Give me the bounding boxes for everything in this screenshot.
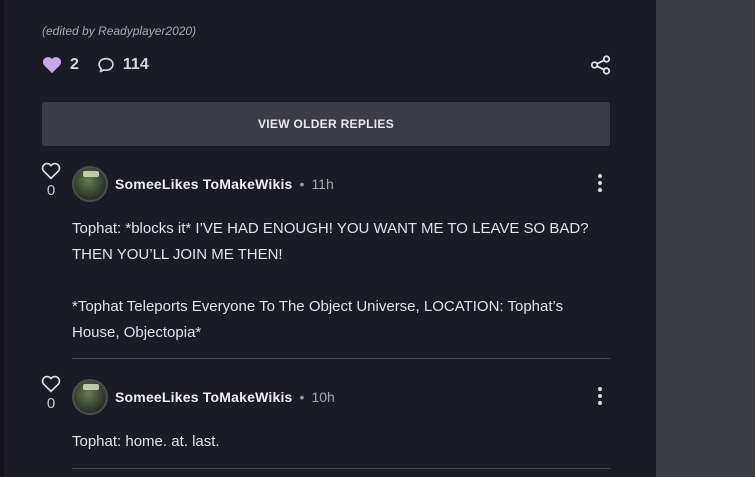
reply-timestamp: 11h xyxy=(311,176,334,192)
view-older-replies-button[interactable]: VIEW OLDER REPLIES xyxy=(42,102,610,146)
reply-divider xyxy=(72,358,610,359)
reply-author[interactable]: SomeeLikes ToMakeWikis xyxy=(115,389,293,405)
reply-like-count: 0 xyxy=(46,182,56,199)
heart-icon xyxy=(41,375,61,393)
discussion-thread: (edited by Readyplayer2020) 2 114 VIEW O… xyxy=(4,0,656,477)
comment-icon xyxy=(97,56,115,74)
more-options-icon[interactable] xyxy=(596,387,604,409)
reply-meta: SomeeLikes ToMakeWikis • 10h xyxy=(115,387,335,407)
reply-meta: SomeeLikes ToMakeWikis • 11h xyxy=(115,174,334,194)
reply-body: Tophat: *blocks it* I’VE HAD ENOUGH! YOU… xyxy=(72,216,612,346)
heart-icon xyxy=(41,162,61,180)
edited-note: (edited by Readyplayer2020) xyxy=(42,24,197,38)
heart-icon xyxy=(42,56,62,74)
reply-like-button[interactable]: 0 xyxy=(38,162,64,199)
reply-divider xyxy=(72,468,610,469)
reply-item: 0 SomeeLikes ToMakeWikis • 11h Tophat: *… xyxy=(4,160,656,360)
post-like-button[interactable]: 2 xyxy=(42,56,79,74)
reply-line: Tophat: *blocks it* I’VE HAD ENOUGH! YOU… xyxy=(72,220,589,237)
reply-item: 0 SomeeLikes ToMakeWikis • 10h Tophat: h… xyxy=(4,374,656,477)
reply-body: Tophat: home. at. last. xyxy=(72,429,612,455)
reply-line: *Tophat Teleports Everyone To The Object… xyxy=(72,298,564,315)
meta-separator: • xyxy=(299,176,305,192)
post-comments-button[interactable]: 114 xyxy=(97,56,149,74)
post-stats: 2 114 xyxy=(42,54,167,76)
reply-like-button[interactable]: 0 xyxy=(38,375,64,412)
reply-line: House, Objectopia* xyxy=(72,324,202,341)
avatar[interactable] xyxy=(72,379,108,415)
reply-like-count: 0 xyxy=(46,395,56,412)
avatar[interactable] xyxy=(72,166,108,202)
post-like-count: 2 xyxy=(70,56,79,73)
reply-author[interactable]: SomeeLikes ToMakeWikis xyxy=(115,176,293,192)
more-options-icon[interactable] xyxy=(596,174,604,196)
reply-timestamp: 10h xyxy=(311,389,335,405)
post-comment-count: 114 xyxy=(122,56,149,73)
reply-line: Tophat: home. at. last. xyxy=(72,433,220,450)
side-panel xyxy=(656,0,755,477)
reply-line: THEN YOU’LL JOIN ME THEN! xyxy=(72,246,283,263)
meta-separator: • xyxy=(299,389,305,405)
share-icon[interactable] xyxy=(590,54,612,76)
